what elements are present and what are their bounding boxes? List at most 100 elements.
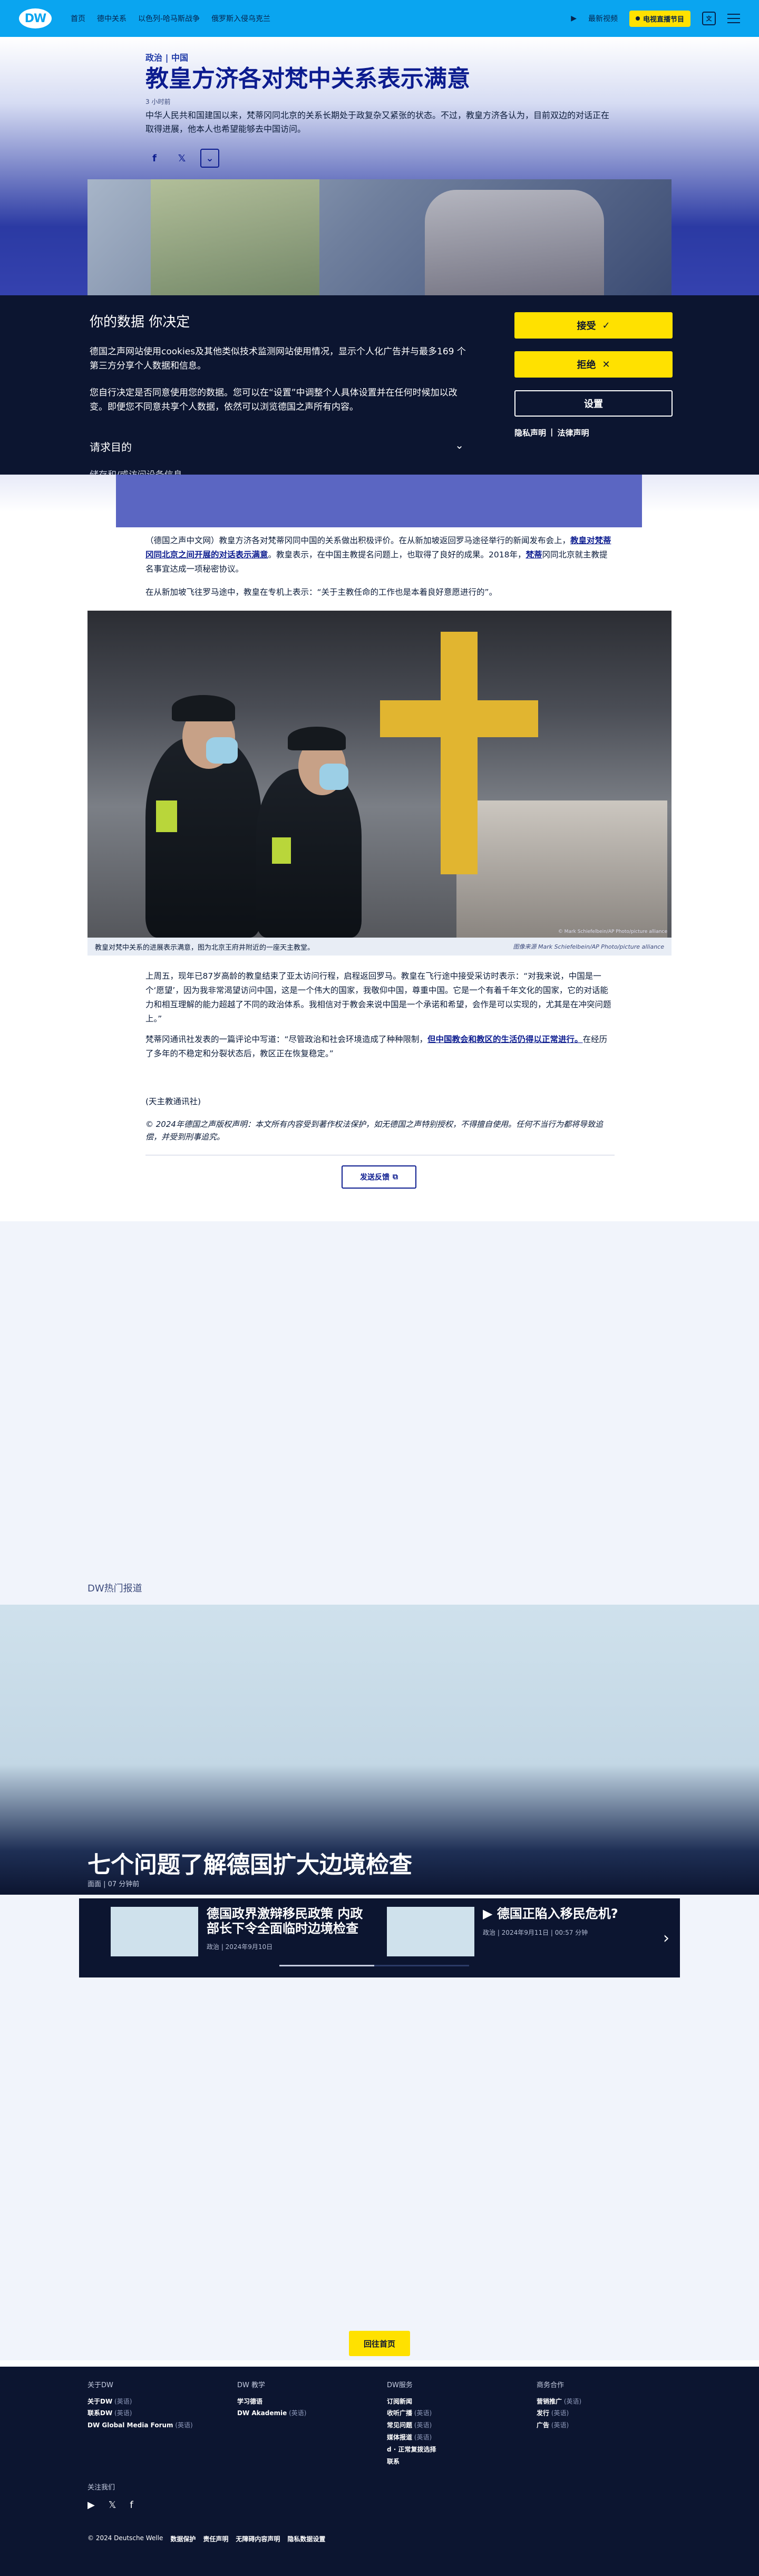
consent-purposes-toggle[interactable]: 请求目的 ⌄ <box>90 439 464 454</box>
consent-paragraph-1: 德国之声网站使用cookies及其他类似技术监测网站使用情况，显示个人化广告并与… <box>90 346 466 372</box>
article-date: 3 小时前 <box>145 98 171 105</box>
share-more-chevron-down-icon[interactable]: ⌄ <box>200 149 219 168</box>
live-tv-button[interactable]: 电视直播节目 <box>629 10 690 27</box>
hot-stories-label: DW热门报道 <box>87 1583 142 1594</box>
card-title: ▶ 德国正陷入移民危机? <box>483 1906 651 1922</box>
language-icon[interactable]: 文 <box>702 12 716 25</box>
carousel-card[interactable]: ▶ 德国正陷入移民危机? 政治 | 2024年9月11日 | 00:57 分钟 <box>387 1906 651 1956</box>
footer-col-title: 商务合作 <box>537 2381 565 2389</box>
article-title: 教皇方济各对梵中关系表示满意 <box>145 65 470 92</box>
featured-story-meta: 面面 | 07 分钟前 <box>87 1880 140 1888</box>
accept-label: 接受 <box>577 321 596 332</box>
social-links: ▶ 𝕏 f <box>87 2500 133 2511</box>
card-thumbnail <box>111 1907 198 1956</box>
footer-link[interactable]: DW Akademie (英语) <box>237 2407 306 2419</box>
video-icon: ▶ <box>483 1906 497 1921</box>
caption-text: 教皇对梵中关系的进展表示满意，图为北京王府井附近的一座天主教堂。 <box>95 943 315 952</box>
footer-link[interactable]: 联系 <box>387 2456 436 2468</box>
card-title-text: 德国正陷入移民危机? <box>497 1906 618 1921</box>
live-tv-label: 电视直播节目 <box>643 15 684 24</box>
footer-link[interactable]: 常见问题 (英语) <box>387 2419 436 2432</box>
article-figure-image: © Mark Schiefelbein/AP Photo/picture all… <box>87 611 672 938</box>
facebook-icon[interactable]: f <box>145 149 163 167</box>
article-paragraph-4: 梵蒂冈通讯社发表的一篇评论中写道：“尽管政治和社会环境造成了种种限制，但中国教会… <box>145 1033 615 1061</box>
footer-link[interactable]: 关于DW (英语) <box>87 2396 193 2408</box>
footer-link-disclaimer[interactable]: 责任声明 <box>203 2534 228 2543</box>
settings-button[interactable]: 设置 <box>514 390 673 417</box>
chevron-down-icon: ⌄ <box>455 439 464 451</box>
card-thumbnail <box>387 1907 474 1956</box>
feedback-button[interactable]: 发送反馈 ⧉ <box>342 1165 416 1189</box>
video-icon: ▶ <box>571 14 577 23</box>
article-source: (天主教通讯社) <box>145 1097 201 1106</box>
story-carousel: 德国政界激辩移民政策 内政部长下令全面临时边境检查 政治 | 2024年9月10… <box>79 1898 680 1977</box>
article-paragraph-3: 上周五，现年已87岁高龄的教皇结束了亚太访问行程，启程返回罗马。教皇在飞行途中接… <box>145 971 611 1024</box>
share-bar: f 𝕏 ⌄ <box>145 149 219 168</box>
consent-purpose-item: 储存和/或访问设备信息 <box>90 467 182 475</box>
latest-video-link[interactable]: 最新视频 <box>588 13 618 24</box>
footer-link[interactable]: d · 正常复拨选择 <box>387 2444 436 2456</box>
nav-link-ukraine[interactable]: 俄罗斯入侵乌克兰 <box>211 13 270 24</box>
featured-story-title[interactable]: 七个问题了解德国扩大边境检查 <box>87 1846 412 1879</box>
carousel-progress-fill <box>279 1965 374 1966</box>
x-icon[interactable]: 𝕏 <box>109 2500 116 2511</box>
hero-image <box>87 179 672 295</box>
footer-link[interactable]: 发行 (英语) <box>537 2407 581 2419</box>
follow-us-label: 关注我们 <box>87 2484 115 2492</box>
menu-icon[interactable] <box>727 14 740 23</box>
copy-icon: ⧉ <box>393 1173 398 1181</box>
image-credit-overlay: © Mark Schiefelbein/AP Photo/picture all… <box>558 929 667 934</box>
article-kicker[interactable]: 政治 | 中国 <box>145 51 188 63</box>
text-segment: 梵蒂冈通讯社发表的一篇评论中写道：“尽管政治和社会环境造成了种种限制， <box>145 1035 428 1044</box>
footer-link-data-protection[interactable]: 数据保护 <box>170 2534 196 2543</box>
footer-link[interactable]: 学习德语 <box>237 2396 306 2408</box>
privacy-link[interactable]: 隐私声明 <box>514 427 546 438</box>
close-icon: ✕ <box>602 359 610 370</box>
caption-credit: 图像来源 Mark Schiefelbein/AP Photo/picture … <box>513 943 664 950</box>
footer-col-business: 商务合作 营销推广 (英语) 发行 (英语) 广告 (英语) <box>537 2379 581 2432</box>
footer-link[interactable]: 联系DW (英语) <box>87 2407 193 2419</box>
footer-col-about: 关于DW 关于DW (英语) 联系DW (英语) DW Global Media… <box>87 2379 193 2432</box>
footer-col-learning: DW 教学 学习德语 DW Akademie (英语) <box>237 2379 306 2419</box>
article-paragraph-2: 在从新加坡飞往罗马途中，教皇在专机上表示：“关于主教任命的工作也是本着良好意愿进… <box>145 587 498 597</box>
card-meta: 政治 | 2024年9月10日 <box>207 1943 273 1951</box>
youtube-icon[interactable]: ▶ <box>87 2500 95 2511</box>
reject-button[interactable]: 拒绝 ✕ <box>514 351 673 378</box>
dw-logo[interactable]: DW <box>19 8 52 28</box>
footer-link[interactable]: 广告 (英语) <box>537 2419 581 2432</box>
article-link-church-life[interactable]: 但中国教会和教区的生活仍得以正常进行。 <box>427 1035 583 1044</box>
hero-image-bottom <box>116 475 642 527</box>
nav-link-israel-hamas[interactable]: 以色列-哈马斯战争 <box>138 13 200 24</box>
article-link-vatican[interactable]: 梵蒂 <box>526 550 542 559</box>
footer-copyright: © 2024 Deutsche Welle <box>87 2534 163 2542</box>
x-icon[interactable]: 𝕏 <box>173 149 191 167</box>
legal-link[interactable]: 法律声明 <box>558 427 589 438</box>
footer-col-title: 关于DW <box>87 2381 113 2389</box>
copyright-notice: © 2024年德国之声版权声明：本文所有内容受到著作权法保护，如无德国之声特别授… <box>145 1120 603 1142</box>
footer-col-title: DW服务 <box>387 2381 413 2389</box>
consent-paragraph-2: 您自行决定是否同意使用您的数据。您可以在“设置”中调整个人具体设置并在任何时候加… <box>90 388 458 413</box>
footer-link-privacy-settings[interactable]: 隐私数据设置 <box>287 2534 325 2543</box>
accept-button[interactable]: 接受 ✓ <box>514 312 673 339</box>
footer-link[interactable]: 媒体报道 (英语) <box>387 2432 436 2444</box>
footer-link[interactable]: 营销推广 (英语) <box>537 2396 581 2408</box>
top-navigation: DW 首页 德中关系 以色列-哈马斯战争 俄罗斯入侵乌克兰 ▶ 最新视频 电视直… <box>0 0 759 37</box>
article-teaser: 中华人民共和国建国以来，梵蒂冈同北京的关系长期处于政复杂又紧张的状态。不过，教皇… <box>145 110 610 134</box>
go-home-button[interactable]: 回往首页 <box>349 2331 410 2356</box>
facebook-icon[interactable]: f <box>130 2500 133 2511</box>
figure-caption: 教皇对梵中关系的进展表示满意，图为北京王府井附近的一座天主教堂。 图像来源 Ma… <box>87 938 672 956</box>
nav-link-home[interactable]: 首页 <box>71 13 85 24</box>
text-segment: 。教皇表示，在中国主教提名问题上，也取得了良好的成果。2018年， <box>268 550 526 560</box>
chevron-right-icon[interactable]: › <box>663 1929 669 1947</box>
nav-link-germany-china[interactable]: 德中关系 <box>97 13 126 24</box>
footer-link-accessibility[interactable]: 无障碍内容声明 <box>236 2534 280 2543</box>
footer: 关于DW 关于DW (英语) 联系DW (英语) DW Global Media… <box>0 2367 759 2576</box>
cookie-consent-banner: 你的数据 你决定 德国之声网站使用cookies及其他类似技术监测网站使用情况，… <box>0 295 759 475</box>
footer-col-services: DW服务 订阅新闻 收听广播 (英语) 常见问题 (英语) 媒体报道 (英语) … <box>387 2379 436 2467</box>
checkmark-icon: ✓ <box>602 320 610 331</box>
footer-link[interactable]: 收听广播 (英语) <box>387 2407 436 2419</box>
carousel-card[interactable]: 德国政界激辩移民政策 内政部长下令全面临时边境检查 政治 | 2024年9月10… <box>111 1906 375 1956</box>
footer-link[interactable]: 订阅新闻 <box>387 2396 436 2408</box>
article-paragraph-1: （德国之声中文网）教皇方济各对梵蒂冈同中国的关系做出积极评价。在从新加坡返回罗马… <box>145 534 615 576</box>
footer-link[interactable]: DW Global Media Forum (英语) <box>87 2419 193 2432</box>
